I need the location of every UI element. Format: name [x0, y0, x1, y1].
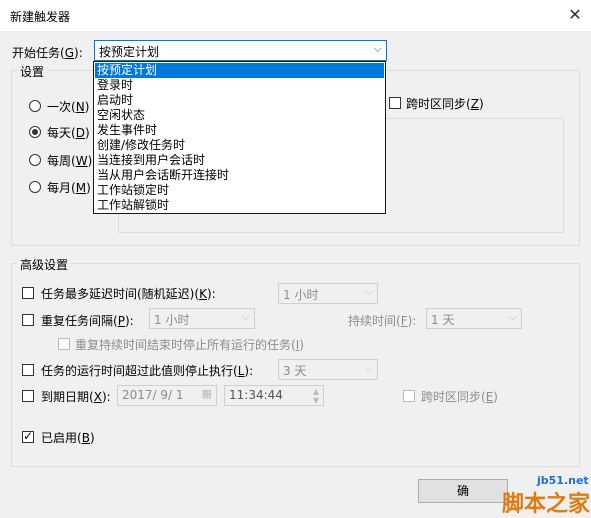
radio-once-label: 一次(N) [47, 100, 90, 114]
delay-checkbox[interactable] [22, 287, 34, 299]
chevron-down-icon: ⌵ [508, 310, 517, 323]
duration-select[interactable]: 1 天 ⌵ [426, 308, 522, 329]
stop-at-end-label: 重复持续时间结束时停止所有运行的任务(I) [75, 338, 304, 352]
chevron-down-icon: ⌵ [364, 285, 373, 298]
dropdown-option[interactable]: 按预定计划 [95, 63, 384, 78]
dropdown-option[interactable]: 工作站锁定时 [95, 183, 384, 198]
expire-sync-label: 跨时区同步(E) [421, 390, 498, 404]
radio-monthly[interactable] [29, 181, 41, 193]
chevron-down-icon: ⌵ [373, 42, 382, 55]
calendar-icon: ▦ [201, 387, 212, 400]
radio-weekly-label: 每周(W) [47, 154, 93, 168]
enabled-checkbox[interactable] [22, 429, 34, 443]
dropdown-option[interactable]: 发生事件时 [95, 123, 384, 138]
repeat-label: 重复任务间隔(P): [41, 314, 134, 328]
delay-select[interactable]: 1 小时 ⌵ [278, 283, 378, 304]
dropdown-option[interactable]: 当从用户会话断开连接时 [95, 168, 384, 183]
start-task-label: 开始任务(G): [12, 46, 83, 60]
spinner-icon: ▲ ▼ [312, 387, 319, 405]
watermark-brand: 脚本之家 [502, 492, 591, 517]
start-task-select[interactable]: 按预定计划 ⌵ [94, 40, 387, 61]
expire-date-picker[interactable]: 2017/ 9/ 1 ▦ [117, 385, 217, 406]
close-icon[interactable]: ✕ [564, 4, 586, 26]
start-task-dropdown: 按预定计划 登录时 启动时 空闲状态 发生事件时 创建/修改任务时 当连接到用户… [93, 61, 386, 214]
radio-daily-label: 每天(D) [47, 126, 90, 140]
dropdown-option[interactable]: 登录时 [95, 78, 384, 93]
dropdown-option[interactable]: 当连接到用户会话时 [95, 153, 384, 168]
expire-time-picker[interactable]: 11:34:44 ▲ ▼ [224, 385, 324, 406]
expire-sync-checkbox[interactable] [403, 390, 415, 402]
dropdown-option[interactable]: 启动时 [95, 93, 384, 108]
title-bar: 新建触发器 ✕ [0, 0, 591, 31]
radio-once[interactable] [29, 100, 41, 112]
expire-checkbox[interactable] [22, 390, 34, 402]
chevron-down-icon: ⌵ [241, 310, 250, 323]
stop-if-checkbox[interactable] [22, 364, 34, 376]
repeat-select[interactable]: 1 小时 ⌵ [149, 308, 255, 329]
stop-if-select[interactable]: 3 天 ⌵ [278, 359, 378, 380]
repeat-checkbox[interactable] [22, 314, 34, 326]
expire-label: 到期日期(X): [41, 390, 111, 404]
sync-timezone-checkbox[interactable] [389, 97, 401, 109]
radio-monthly-label: 每月(M) [47, 181, 91, 195]
ok-button[interactable]: 确 [418, 479, 508, 503]
dropdown-option[interactable]: 创建/修改任务时 [95, 138, 384, 153]
advanced-group-label: 高级设置 [17, 256, 72, 273]
dropdown-option[interactable]: 空闲状态 [95, 108, 384, 123]
radio-weekly[interactable] [29, 154, 41, 166]
radio-daily[interactable] [29, 126, 41, 138]
settings-group-label: 设置 [17, 63, 48, 80]
start-task-value: 按预定计划 [99, 45, 160, 59]
dropdown-option[interactable]: 工作站解锁时 [95, 198, 384, 213]
enabled-label: 已启用(B) [41, 431, 95, 445]
sync-timezone-label: 跨时区同步(Z) [406, 97, 484, 111]
stop-if-label: 任务的运行时间超过此值则停止执行(L): [41, 364, 254, 378]
delay-label: 任务最多延迟时间(随机延迟)(K): [41, 287, 216, 301]
window-title: 新建触发器 [10, 10, 71, 24]
stop-at-end-checkbox[interactable] [58, 338, 70, 350]
chevron-down-icon: ⌵ [364, 361, 373, 374]
duration-label: 持续时间(F): [348, 314, 417, 328]
